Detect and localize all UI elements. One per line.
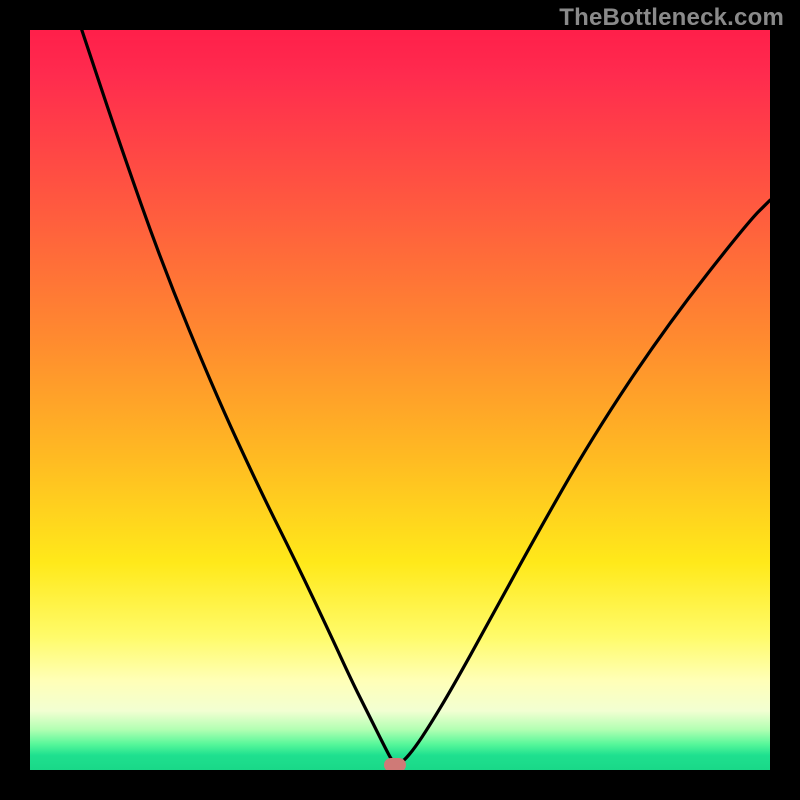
plot-area bbox=[30, 30, 770, 770]
watermark-text: TheBottleneck.com bbox=[559, 4, 784, 32]
min-point-marker bbox=[384, 758, 406, 770]
chart-frame: TheBottleneck.com bbox=[0, 0, 800, 800]
curve-path bbox=[82, 30, 770, 764]
curve-svg bbox=[30, 30, 770, 770]
